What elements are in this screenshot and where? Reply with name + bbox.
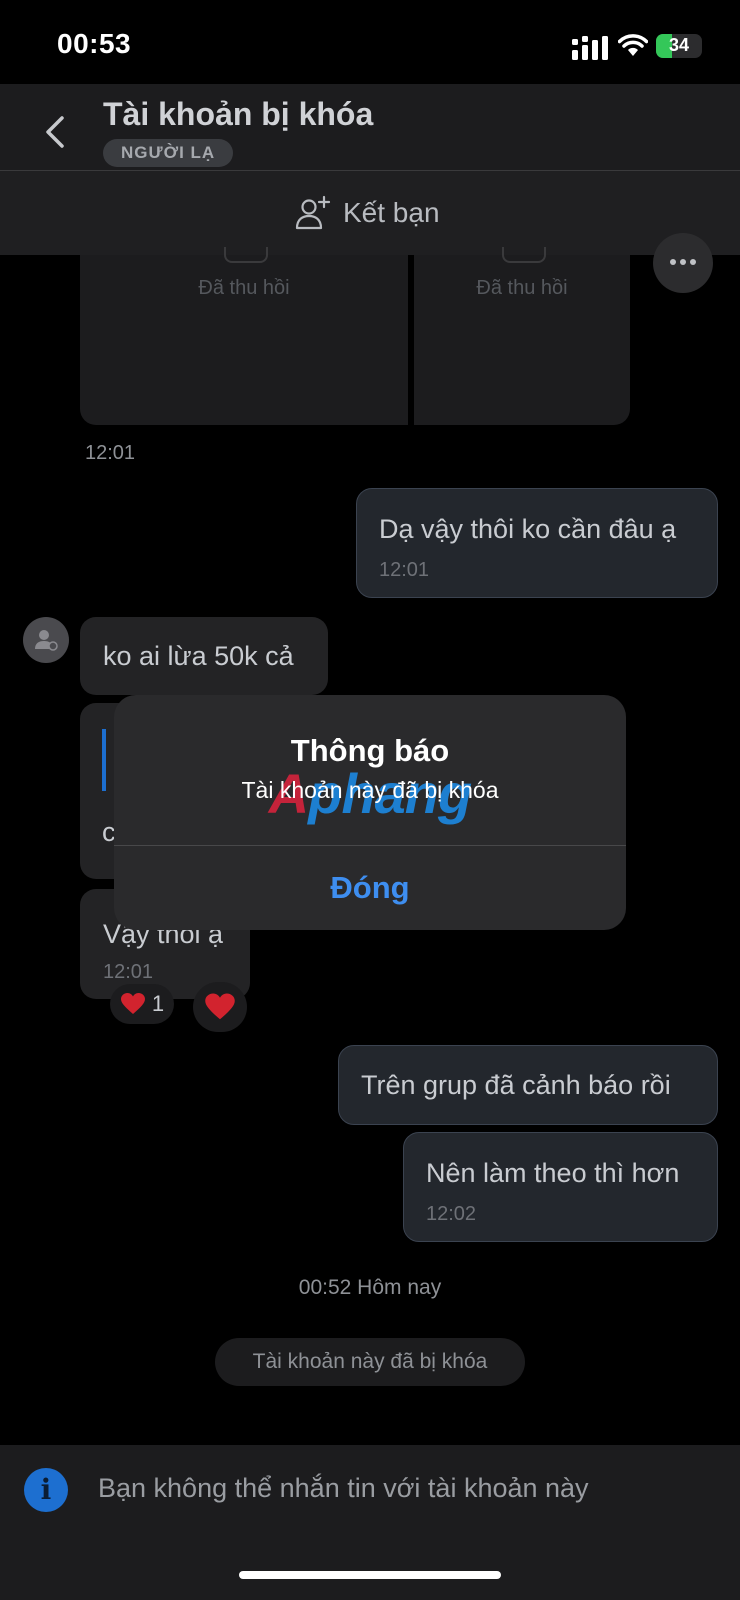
add-friend-label: Kết bạn <box>343 197 440 228</box>
system-message: Tài khoản này đã bị khóa <box>215 1338 525 1386</box>
recalled-notch <box>502 247 546 263</box>
reaction-summary[interactable]: 1 <box>110 984 174 1024</box>
recalled-message-card: Đã thu hồi <box>414 247 630 425</box>
outgoing-message[interactable]: Dạ vậy thôi ko cần đâu ạ 12:01 <box>356 488 718 598</box>
more-options-button[interactable] <box>653 233 713 293</box>
signal-icon <box>572 36 608 60</box>
chat-title[interactable]: Tài khoản bị khóa <box>103 96 373 133</box>
message-time: 12:01 <box>85 442 136 464</box>
more-icon <box>670 259 676 265</box>
outgoing-message[interactable]: Nên làm theo thì hơn 12:02 <box>403 1132 718 1242</box>
message-time: 12:02 <box>426 1203 477 1225</box>
default-user-icon <box>35 630 58 651</box>
dialog-message: Tài khoản này đã bị khóa <box>241 777 499 803</box>
message-text: Dạ vậy thôi ko cần đâu ạ <box>379 514 677 544</box>
wifi-icon <box>618 34 648 56</box>
battery-level: 34 <box>668 35 690 55</box>
outgoing-message[interactable]: Trên grup đã cảnh báo rồi <box>338 1045 718 1125</box>
message-text: Trên grup đã cảnh báo rồi <box>361 1070 671 1100</box>
more-icon-dot <box>690 259 696 265</box>
status-time: 00:53 <box>57 28 132 59</box>
message-time: 12:01 <box>103 961 154 983</box>
quote-bar <box>102 729 106 791</box>
close-button[interactable]: Đóng <box>114 846 626 930</box>
recalled-label: Đã thu hồi <box>198 277 290 299</box>
info-icon: i <box>24 1468 68 1512</box>
reaction-count: 1 <box>151 991 165 1016</box>
more-icon-dot <box>680 259 686 265</box>
add-user-icon <box>295 195 331 230</box>
message-text: Nên làm theo thì hơn <box>426 1158 680 1188</box>
react-button[interactable] <box>193 982 247 1032</box>
stranger-badge: NGƯỜI LẠ <box>103 139 234 167</box>
recalled-message-card: Đã thu hồi <box>80 247 408 425</box>
back-icon[interactable] <box>40 112 70 152</box>
home-indicator[interactable] <box>239 1571 501 1579</box>
battery-icon: 34 <box>656 34 702 58</box>
heart-icon <box>120 993 145 1014</box>
incoming-message[interactable]: ko ai lừa 50k cả <box>80 617 328 695</box>
alert-dialog: Thông báo Aphang Tài khoản này đã bị khó… <box>114 695 626 930</box>
message-text: ko ai lừa 50k cả <box>103 641 294 671</box>
avatar[interactable] <box>23 617 69 663</box>
date-separator: 00:52 Hôm nay <box>298 1276 442 1299</box>
heart-icon <box>205 993 235 1020</box>
add-friend-button[interactable]: Kết bạn <box>295 190 440 236</box>
recalled-notch <box>224 247 268 263</box>
recalled-label: Đã thu hồi <box>476 277 568 299</box>
message-time: 12:01 <box>379 559 430 581</box>
disabled-message-notice: Bạn không thể nhắn tin với tài khoản này <box>98 1473 589 1503</box>
